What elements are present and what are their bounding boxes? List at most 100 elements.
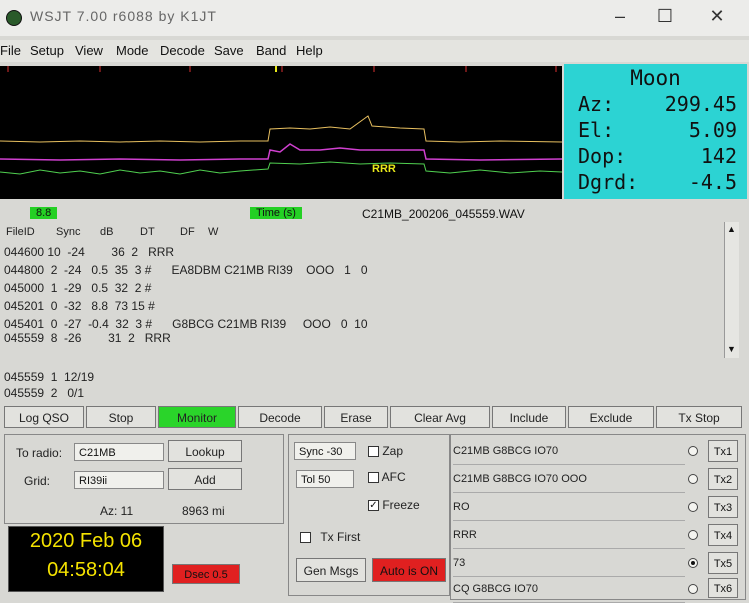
- add-button[interactable]: Add: [168, 468, 242, 490]
- decode-row[interactable]: 045000 1 -29 0.5 32 2 #: [4, 281, 151, 297]
- tol-spinbox[interactable]: Tol 50: [296, 470, 354, 488]
- scroll-down-icon[interactable]: ▼: [727, 344, 736, 354]
- tx-first-checkbox[interactable]: Tx First: [300, 530, 360, 544]
- sync-value: -30: [326, 446, 343, 458]
- grid-input[interactable]: RI39ii: [74, 471, 164, 489]
- tx-first-check-icon[interactable]: [300, 532, 311, 544]
- decode-row[interactable]: 044600 10 -24 36 2 RRR: [4, 245, 174, 261]
- spectrum-display[interactable]: RRR: [0, 66, 562, 199]
- zap-checkbox[interactable]: Zap: [368, 444, 403, 458]
- time-axis-badge: Time (s): [250, 207, 302, 219]
- col-db: dB: [100, 226, 114, 238]
- tx1-button[interactable]: Tx1: [708, 440, 738, 462]
- freeze-label: Freeze: [382, 498, 420, 512]
- sync-label: Sync: [299, 446, 324, 458]
- maximize-button[interactable]: ☐: [650, 4, 680, 28]
- tx5-button[interactable]: Tx5: [708, 552, 738, 574]
- title-bar: WSJT 7.00 r6088 by K1JT – ☐ ✕: [0, 0, 749, 36]
- menu-bar: File Setup View Mode Decode Save Band He…: [0, 40, 749, 62]
- tx3-radio[interactable]: [688, 502, 698, 512]
- minimize-button[interactable]: –: [605, 4, 635, 28]
- include-button[interactable]: Include: [492, 406, 566, 428]
- tx4-radio[interactable]: [688, 530, 698, 540]
- decode-row[interactable]: 045201 0 -32 8.8 73 15 #: [4, 299, 155, 315]
- gen-msgs-button[interactable]: Gen Msgs: [296, 558, 366, 582]
- distance-readout: 8963 mi: [182, 504, 225, 518]
- average-row: 045559 1 12/19: [4, 370, 95, 384]
- afc-checkbox[interactable]: AFC: [368, 470, 406, 484]
- tx-message-4[interactable]: RRR: [453, 522, 685, 549]
- menu-band[interactable]: Band: [256, 43, 286, 58]
- col-dt: DT: [140, 226, 155, 238]
- clock-time: 04:58:04: [47, 559, 125, 581]
- moon-el-row: El: 5.09: [578, 118, 743, 144]
- tx4-button[interactable]: Tx4: [708, 524, 738, 546]
- exclude-button[interactable]: Exclude: [568, 406, 654, 428]
- to-radio-input[interactable]: C21MB: [74, 443, 164, 461]
- utc-clock: 2020 Feb 06 04:58:04: [8, 526, 164, 592]
- tx2-button[interactable]: Tx2: [708, 468, 738, 490]
- average-row: 045559 2 0/1: [4, 386, 85, 400]
- log-qso-button[interactable]: Log QSO: [4, 406, 84, 428]
- menu-file[interactable]: File: [0, 43, 21, 58]
- window-title: WSJT 7.00 r6088 by K1JT: [30, 8, 217, 24]
- tol-label: Tol: [301, 474, 316, 486]
- menu-mode[interactable]: Mode: [116, 43, 149, 58]
- tx-message-3[interactable]: RO: [453, 494, 685, 521]
- menu-help[interactable]: Help: [296, 43, 323, 58]
- tx-message-5[interactable]: 73: [453, 550, 685, 577]
- moon-title: Moon: [630, 66, 681, 90]
- clear-avg-button[interactable]: Clear Avg: [390, 406, 490, 428]
- decode-row[interactable]: 044800 2 -24 0.5 35 3 # EA8DBM C21MB RI3…: [4, 263, 368, 279]
- moon-dgrd-label: Dgrd:: [578, 170, 639, 194]
- afc-label: AFC: [381, 470, 406, 484]
- clock-date: 2020 Feb 06: [29, 530, 143, 552]
- col-sync: Sync: [56, 226, 81, 238]
- azimuth-readout: Az: 11: [100, 504, 134, 518]
- menu-save[interactable]: Save: [214, 43, 244, 58]
- tx2-radio[interactable]: [688, 474, 698, 484]
- stop-button[interactable]: Stop: [86, 406, 156, 428]
- col-df: DF: [180, 226, 195, 238]
- moon-dgrd-value: -4.5: [688, 170, 737, 194]
- grid-label: Grid:: [24, 474, 51, 488]
- sync-spinbox[interactable]: Sync -30: [294, 442, 356, 460]
- decode-button[interactable]: Decode: [238, 406, 322, 428]
- tx6-radio[interactable]: [688, 584, 698, 594]
- zap-check-icon[interactable]: [368, 446, 379, 458]
- tx6-button[interactable]: Tx6: [708, 578, 738, 598]
- moon-el-label: El:: [578, 118, 615, 142]
- moon-az-label: Az:: [578, 92, 615, 116]
- decode-scrollbar[interactable]: ▲ ▼: [724, 222, 739, 358]
- tx3-button[interactable]: Tx3: [708, 496, 738, 518]
- waterfall-decode-marker: RRR: [372, 163, 396, 175]
- menu-decode[interactable]: Decode: [160, 43, 205, 58]
- menu-setup[interactable]: Setup: [30, 43, 64, 58]
- lookup-button[interactable]: Lookup: [168, 440, 242, 462]
- moon-dop-value: 142: [700, 144, 737, 168]
- tx5-radio[interactable]: [688, 558, 698, 568]
- wav-filename: C21MB_200206_045559.WAV: [362, 207, 525, 221]
- col-w: W: [208, 226, 219, 238]
- freeze-checkbox[interactable]: ✓ Freeze: [368, 498, 420, 512]
- dsec-readout[interactable]: Dsec 0.5: [172, 564, 240, 584]
- erase-button[interactable]: Erase: [324, 406, 388, 428]
- decode-row[interactable]: 045559 8 -26 31 2 RRR: [4, 331, 171, 347]
- tx-stop-button[interactable]: Tx Stop: [656, 406, 742, 428]
- afc-check-icon[interactable]: [368, 472, 379, 484]
- tx-first-label: Tx First: [320, 530, 361, 544]
- tx-message-6[interactable]: CQ G8BCG IO70: [453, 576, 685, 603]
- freeze-checked-icon[interactable]: ✓: [368, 500, 379, 512]
- auto-is-on-button[interactable]: Auto is ON: [372, 558, 446, 582]
- tx1-radio[interactable]: [688, 446, 698, 456]
- moon-az-row: Az: 299.45: [578, 92, 743, 118]
- scroll-up-icon[interactable]: ▲: [727, 224, 736, 234]
- monitor-button[interactable]: Monitor: [158, 406, 236, 428]
- moon-dop-row: Dop: 142: [578, 144, 743, 170]
- moon-el-value: 5.09: [688, 118, 737, 142]
- close-button[interactable]: ✕: [702, 4, 732, 28]
- menu-view[interactable]: View: [75, 43, 103, 58]
- tx-message-2[interactable]: C21MB G8BCG IO70 OOO: [453, 466, 685, 493]
- moon-dop-label: Dop:: [578, 144, 627, 168]
- tx-message-1[interactable]: C21MB G8BCG IO70: [453, 438, 685, 465]
